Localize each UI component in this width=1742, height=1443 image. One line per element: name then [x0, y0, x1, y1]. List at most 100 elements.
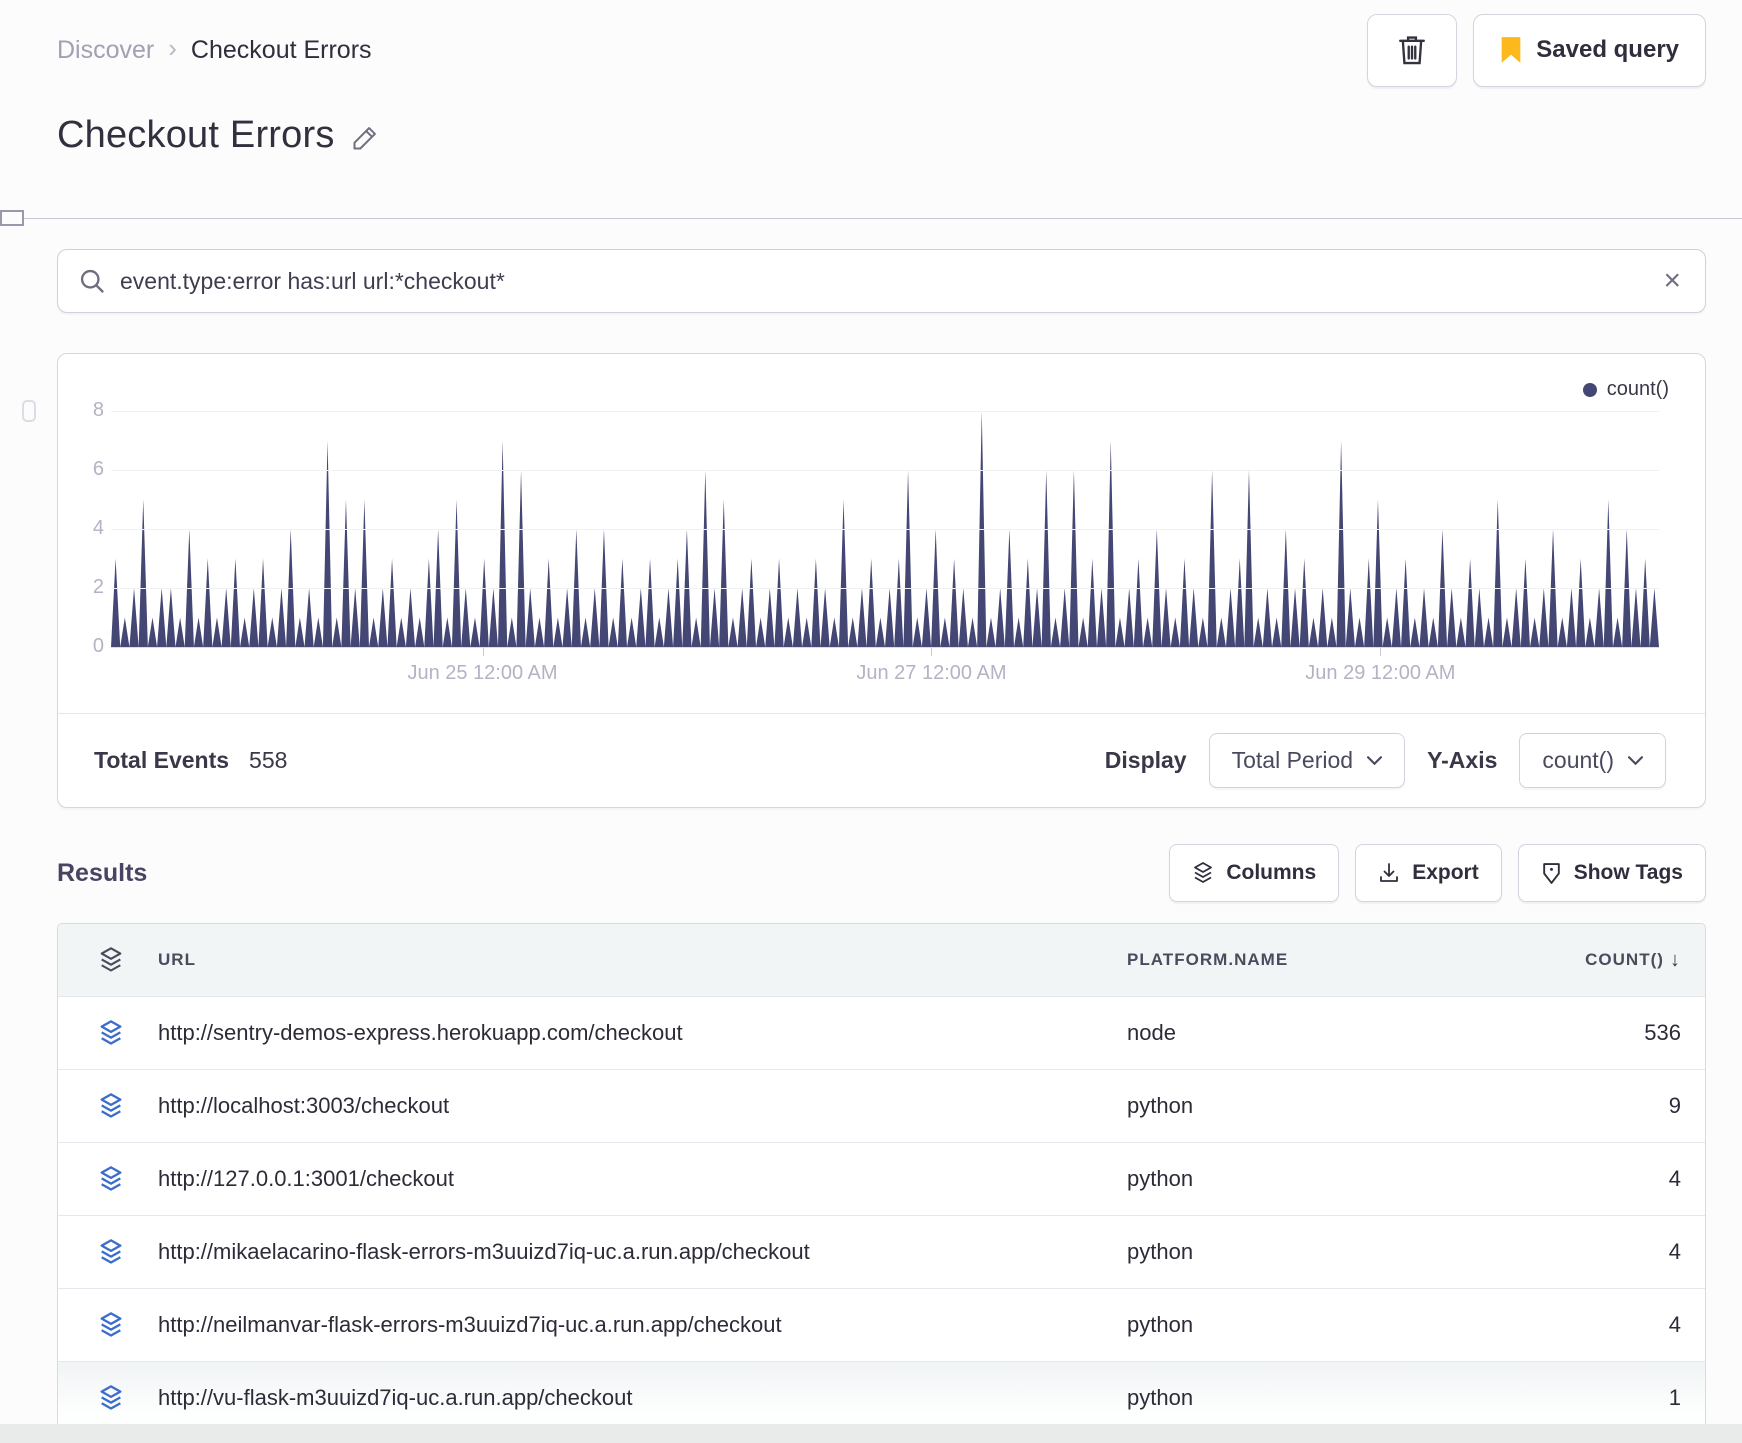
column-header-url[interactable]: URL [158, 950, 1127, 970]
gridline [111, 470, 1659, 471]
row-url[interactable]: http://neilmanvar-flask-errors-m3uuizd7i… [158, 1312, 1127, 1338]
gridline [111, 411, 1659, 412]
layers-icon[interactable] [98, 1165, 128, 1193]
x-tick-label: Jun 29 12:00 AM [1305, 662, 1456, 684]
search-bar[interactable]: event.type:error has:url url:*checkout* … [57, 249, 1706, 313]
row-platform: python [1127, 1093, 1194, 1118]
table-row[interactable]: http://neilmanvar-flask-errors-m3uuizd7i… [58, 1288, 1705, 1361]
clear-search-icon[interactable]: × [1663, 266, 1681, 296]
y-tick-label: 2 [92, 576, 104, 598]
gridline [111, 588, 1659, 589]
table-row[interactable]: http://localhost:3003/checkout python 9 [58, 1069, 1705, 1142]
chevron-down-icon [1367, 756, 1383, 765]
total-events-value: 558 [249, 747, 288, 773]
row-url[interactable]: http://sentry-demos-express.herokuapp.co… [158, 1020, 1127, 1046]
row-platform: python [1127, 1166, 1194, 1191]
row-url[interactable]: http://localhost:3003/checkout [158, 1093, 1127, 1119]
search-icon [78, 267, 106, 295]
export-button[interactable]: Export [1355, 844, 1502, 902]
results-actions: Columns Export Show Tags [1169, 844, 1706, 902]
column-header-count[interactable]: COUNT() ↓ [1551, 949, 1681, 972]
delete-query-button[interactable] [1367, 13, 1458, 87]
row-platform: python [1127, 1385, 1194, 1410]
row-url[interactable]: http://127.0.0.1:3001/checkout [158, 1166, 1127, 1192]
layers-icon[interactable] [98, 1311, 128, 1339]
x-tick [482, 648, 484, 656]
table-header: URL PLATFORM.NAME COUNT() ↓ [58, 924, 1705, 996]
title-row: Checkout Errors [57, 111, 1706, 159]
table-row[interactable]: http://mikaelacarino-flask-errors-m3uuiz… [58, 1215, 1705, 1288]
y-axis-label: Y-Axis [1427, 747, 1498, 773]
columns-label: Columns [1226, 861, 1317, 884]
edit-title-icon[interactable] [351, 124, 379, 152]
search-input[interactable]: event.type:error has:url url:*checkout* [120, 268, 1663, 295]
row-count: 9 [1668, 1093, 1681, 1118]
row-url[interactable]: http://vu-flask-m3uuizd7iq-uc.a.run.app/… [158, 1385, 1127, 1411]
saved-query-button[interactable]: Saved query [1473, 13, 1706, 87]
divider-handle[interactable] [0, 210, 24, 226]
display-label: Display [1104, 747, 1187, 773]
breadcrumb-chevron-icon: › [168, 32, 177, 63]
row-count: 1 [1668, 1385, 1681, 1410]
page-title: Checkout Errors [57, 113, 335, 156]
show-tags-button[interactable]: Show Tags [1517, 844, 1706, 902]
chart-plot[interactable] [111, 411, 1659, 648]
chart-footer: Total Events 558 Display Total Period Y-… [58, 713, 1705, 807]
total-events-label: Total Events [94, 747, 230, 773]
total-events: Total Events 558 [94, 747, 287, 774]
x-tick-label: Jun 27 12:00 AM [856, 662, 1007, 684]
layers-icon[interactable] [98, 1019, 128, 1047]
row-count: 4 [1668, 1312, 1681, 1337]
top-actions: Saved query [1367, 13, 1706, 87]
row-platform: node [1127, 1020, 1176, 1045]
left-scroll-pill [22, 400, 36, 422]
y-tick-label: 4 [92, 517, 104, 539]
header-divider [0, 210, 1742, 226]
bottom-strip [0, 1424, 1742, 1443]
export-label: Export [1412, 861, 1479, 884]
layers-icon[interactable] [98, 1384, 128, 1412]
layers-icon[interactable] [98, 1092, 128, 1120]
chart-card: count() 0 2 4 6 8 Jun 25 12:00 AM Jun 27 12:0… [57, 353, 1706, 808]
bookmark-icon [1500, 36, 1522, 64]
y-tick-label: 6 [92, 458, 104, 480]
y-tick-label: 0 [92, 635, 104, 657]
tag-icon [1541, 862, 1562, 885]
results-bar: Results Columns Export Show Tags [57, 844, 1706, 902]
columns-button[interactable]: Columns [1169, 844, 1340, 902]
row-count: 4 [1668, 1166, 1681, 1191]
row-platform: python [1127, 1239, 1194, 1264]
sort-desc-icon: ↓ [1669, 948, 1681, 971]
breadcrumb-current: Checkout Errors [190, 35, 372, 64]
discover-page: Discover › Checkout Errors Saved query C… [0, 13, 1742, 1443]
legend-label: count() [1606, 378, 1669, 400]
row-count: 536 [1644, 1020, 1681, 1045]
trash-icon [1396, 33, 1428, 67]
saved-query-label: Saved query [1536, 36, 1679, 63]
layers-icon[interactable] [98, 1238, 128, 1266]
legend-dot-icon [1582, 382, 1597, 397]
results-table: URL PLATFORM.NAME COUNT() ↓ http://sentr… [57, 923, 1706, 1435]
display-select[interactable]: Total Period [1208, 733, 1406, 788]
y-axis-value: count() [1542, 747, 1614, 773]
table-row[interactable]: http://sentry-demos-express.herokuapp.co… [58, 996, 1705, 1069]
top-bar: Discover › Checkout Errors Saved query [57, 13, 1706, 87]
gridline [111, 529, 1659, 530]
column-header-platform[interactable]: PLATFORM.NAME [1127, 950, 1551, 970]
table-body: http://sentry-demos-express.herokuapp.co… [58, 996, 1705, 1434]
row-url[interactable]: http://mikaelacarino-flask-errors-m3uuiz… [158, 1239, 1127, 1265]
chevron-down-icon [1628, 756, 1643, 765]
x-tick-label: Jun 25 12:00 AM [407, 662, 558, 684]
display-value: Total Period [1231, 747, 1354, 773]
row-platform: python [1127, 1312, 1194, 1337]
breadcrumb: Discover › Checkout Errors [57, 32, 372, 66]
layers-icon[interactable] [98, 946, 128, 974]
table-row[interactable]: http://127.0.0.1:3001/checkout python 4 [58, 1142, 1705, 1215]
x-tick [931, 648, 933, 656]
y-axis-select[interactable]: count() [1519, 733, 1666, 788]
results-heading: Results [57, 858, 148, 887]
layers-icon [1192, 861, 1214, 885]
chart-legend[interactable]: count() [1582, 378, 1669, 401]
x-tick [1380, 648, 1382, 656]
breadcrumb-discover-link[interactable]: Discover [57, 36, 154, 65]
